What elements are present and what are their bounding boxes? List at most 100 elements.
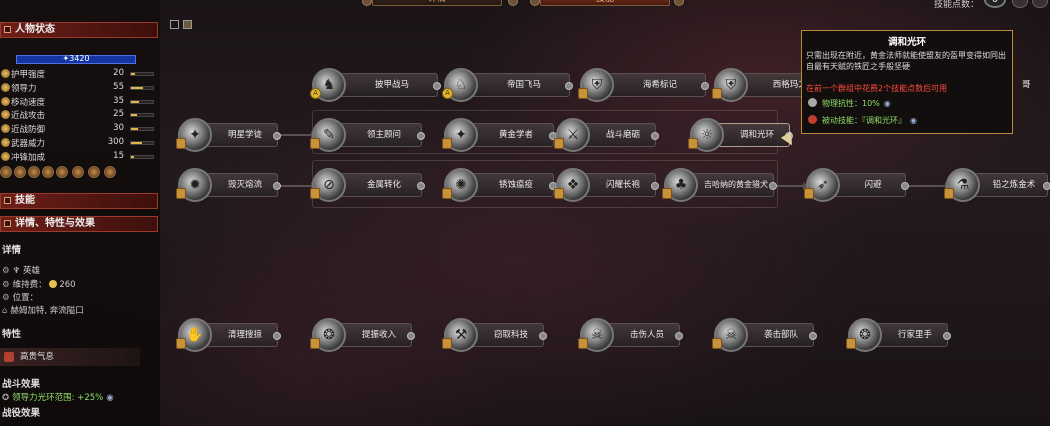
trait-icon[interactable] <box>88 166 100 178</box>
lock-icon <box>662 188 672 199</box>
stat-value: 35 <box>113 96 124 106</box>
skill-node[interactable]: ☼ 调和光环 <box>688 118 793 152</box>
eye-icon[interactable]: ◉ <box>910 116 917 125</box>
lock-icon <box>176 138 186 149</box>
skill-node[interactable]: ❖ 闪耀长袍 <box>554 168 659 202</box>
section-skills[interactable]: 技能 <box>0 193 158 209</box>
gear-icon: ⚙ <box>2 293 10 303</box>
skill-label: 披甲战马 <box>374 80 409 90</box>
location-value[interactable]: ⌂ 赫姆加特, 奔流隘口 <box>2 304 84 316</box>
lock-icon <box>712 88 722 99</box>
skill-label: 帝国飞马 <box>506 80 541 90</box>
trait-icon[interactable] <box>72 166 84 178</box>
stat-icon <box>1 138 10 147</box>
skill-node[interactable]: ✋ 清理搜掠 <box>176 318 281 352</box>
lock-icon <box>712 338 722 349</box>
section-character-status[interactable]: 人物状态 <box>0 22 158 38</box>
connector-arrow <box>278 131 316 139</box>
section-details[interactable]: 详情、特性与效果 <box>0 216 158 232</box>
stat-label: 领导力 <box>11 84 37 94</box>
collapse-icon <box>4 220 11 227</box>
eye-icon[interactable]: ◉ <box>106 393 113 403</box>
tab-details[interactable]: 详情 <box>372 0 502 6</box>
skill-node[interactable]: ➶ 闪避 <box>804 168 909 202</box>
skill-node[interactable]: ⊘ 金属转化 <box>310 168 425 202</box>
options-button[interactable] <box>1012 0 1028 8</box>
stat-label: 近战防御 <box>11 125 46 135</box>
skill-label: 行家里手 <box>897 330 932 340</box>
skill-label: 袭击部队 <box>763 330 798 340</box>
stat-value: 25 <box>113 109 124 119</box>
tooltip-requirement: 在前一个群组中花费2个技能点数后可用 <box>806 84 948 93</box>
skill-node[interactable]: ♞ A 披甲战马 <box>310 68 441 102</box>
tab-skills[interactable]: 技能 <box>540 0 670 6</box>
trait-icon[interactable] <box>104 166 116 178</box>
skill-node[interactable]: ❂ 行家里手 <box>846 318 951 352</box>
gear-icon: ⚙ <box>2 266 10 276</box>
stat-label: 冲锋加成 <box>11 153 46 163</box>
filter-toggle[interactable] <box>170 20 179 29</box>
character-panel: 人物状态 ✦3420 护甲强度 20 领导力 55 移动速度 35 近战攻击 25 近战防御 30… <box>0 0 160 426</box>
skill-node[interactable]: ☠ 袭击部队 <box>712 318 817 352</box>
stat-bar <box>130 113 154 117</box>
lock-icon <box>310 188 320 199</box>
tooltip-effect-passive: 被动技能：『调和光环』 ◉ <box>808 115 917 126</box>
collapse-icon <box>4 197 11 204</box>
skill-node[interactable]: ✺ 锈蚀瘟疫 <box>442 168 557 202</box>
trait-icon[interactable] <box>42 166 54 178</box>
eye-icon[interactable]: ◉ <box>884 99 891 108</box>
details-title: 详情 <box>2 245 22 256</box>
trait-icon[interactable] <box>56 166 68 178</box>
skill-label: 闪避 <box>864 180 882 190</box>
rank-badge-icon: A <box>310 88 321 99</box>
skill-node[interactable]: ☠ 击伤人员 <box>578 318 683 352</box>
skill-label: 明星学徒 <box>227 130 262 140</box>
skill-node[interactable]: ❂ 提振收入 <box>310 318 415 352</box>
gear-icon: ⚙ <box>2 280 10 290</box>
skill-points-value: 0 <box>984 0 1006 8</box>
tab-left-knob <box>362 0 372 6</box>
stat-bar <box>130 72 154 76</box>
skill-label: 调和光环 <box>739 130 774 140</box>
stat-value: 15 <box>113 151 124 161</box>
lock-icon <box>688 138 698 149</box>
skill-node[interactable]: ♘ A 帝国飞马 <box>442 68 573 102</box>
lock-icon <box>176 338 186 349</box>
stat-value: 30 <box>113 123 124 133</box>
tab-mid-knob <box>508 0 518 6</box>
skill-label-partial: 哥 <box>1022 80 1031 90</box>
layout-toggle[interactable] <box>183 20 192 29</box>
traits-title: 特性 <box>2 329 22 340</box>
skill-node[interactable]: ✎ 领主顾问 <box>310 118 425 152</box>
close-button[interactable] <box>1032 0 1048 8</box>
shield-icon <box>808 98 817 107</box>
skill-node[interactable]: ✦ 明星学徒 <box>176 118 281 152</box>
stat-label: 近战攻击 <box>11 111 46 121</box>
trait-icon <box>4 352 14 362</box>
trait-noble-bearing[interactable]: 高贵气息 <box>0 348 140 366</box>
stat-icon <box>1 83 10 92</box>
connector-arrow <box>278 182 316 190</box>
skill-node[interactable]: ✹ 毁灭熔流 <box>176 168 281 202</box>
skill-node[interactable]: ⛨ 海希标记 <box>578 68 709 102</box>
skill-points-label: 技能点数： <box>934 0 980 10</box>
rank-badge-icon: A <box>442 88 453 99</box>
tooltip-description: 只需出现在附近，黄金法师就能使盟友的盔甲变得如同出自最有天赋的铁匠之手般坚硬 <box>806 51 1006 71</box>
skill-label: 提振收入 <box>361 330 396 340</box>
trait-icon[interactable] <box>28 166 40 178</box>
hp-value: ✦3420 <box>62 54 90 63</box>
tab-right-knob <box>674 0 684 6</box>
stat-value: 55 <box>113 82 124 92</box>
skill-node[interactable]: ♣ 吉哈纳的黄金猎犬 <box>662 168 777 202</box>
stat-label: 移动速度 <box>11 98 46 108</box>
lock-icon <box>804 188 814 199</box>
skill-node[interactable]: ⚔ 战斗磨砺 <box>554 118 659 152</box>
stat-value: 20 <box>113 68 124 78</box>
skill-node[interactable]: ✦ 黄金学者 <box>442 118 557 152</box>
stat-label: 武器威力 <box>11 139 46 149</box>
trait-icon[interactable] <box>0 166 12 178</box>
skill-node[interactable]: ⚒ 窃取科技 <box>442 318 547 352</box>
stat-bar <box>130 155 154 159</box>
skill-node[interactable]: ⚗ 铅之炼金术 <box>944 168 1050 202</box>
trait-icon[interactable] <box>14 166 26 178</box>
